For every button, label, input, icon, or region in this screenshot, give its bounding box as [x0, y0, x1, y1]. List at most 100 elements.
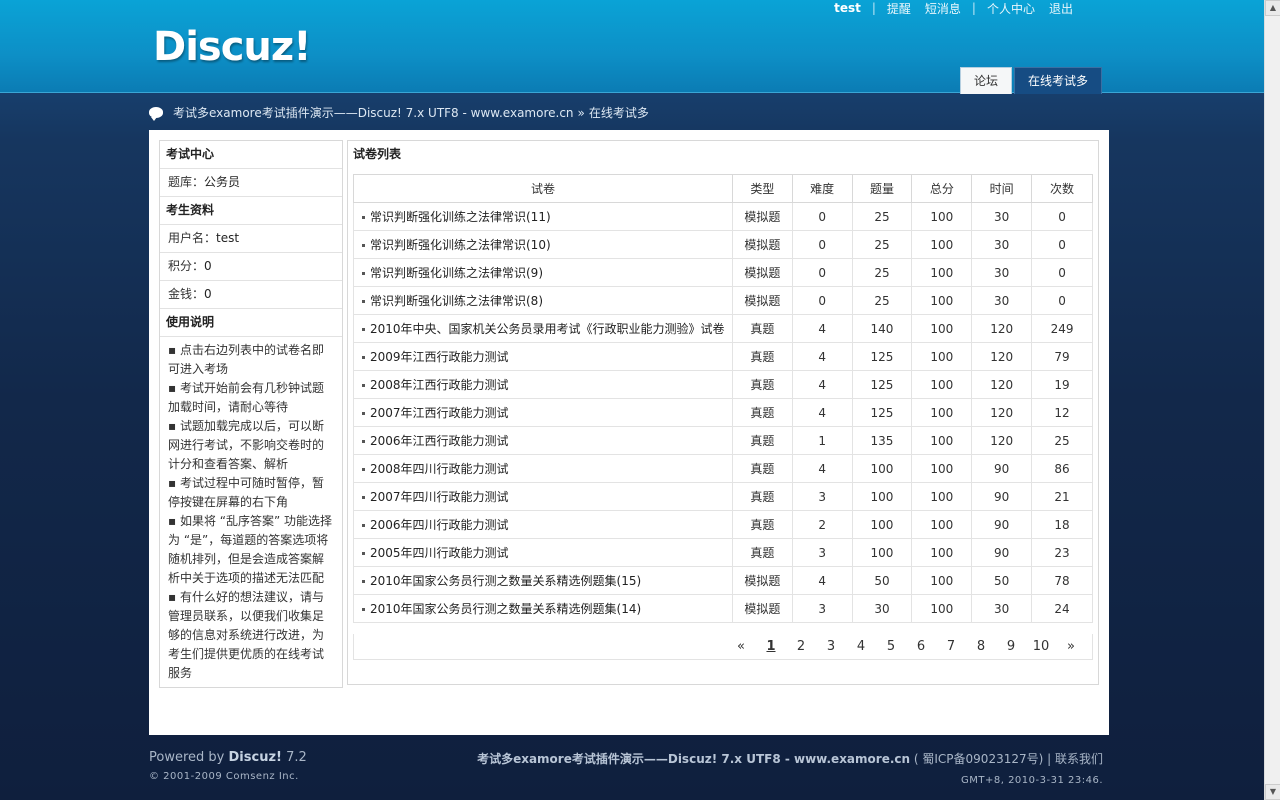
paper-name-text[interactable]: 2010年国家公务员行测之数量关系精选例题集(14)	[370, 602, 641, 616]
paper-total-score: 100	[911, 398, 973, 427]
paper-name-link[interactable]: 常识判断强化训练之法律常识(10)	[353, 230, 733, 259]
paper-total-score: 100	[911, 342, 973, 371]
paper-attempts: 79	[1031, 342, 1093, 371]
bullet-icon	[362, 524, 365, 527]
powered-product-link[interactable]: Discuz!	[229, 750, 282, 765]
paper-name-text[interactable]: 常识判断强化训练之法律常识(10)	[370, 238, 551, 252]
paper-type: 真题	[731, 370, 793, 399]
paper-name-link[interactable]: 2005年四川行政能力测试	[353, 538, 733, 567]
table-row: 2005年四川行政能力测试 真题 3 100 100 90 23	[353, 538, 1093, 567]
paper-name-text[interactable]: 常识判断强化训练之法律常识(8)	[370, 294, 543, 308]
username-value: test	[216, 231, 240, 245]
paper-name-text[interactable]: 2008年四川行政能力测试	[370, 462, 509, 476]
paper-name-link[interactable]: 2009年江西行政能力测试	[353, 342, 733, 371]
paper-name-text[interactable]: 2010年中央、国家机关公务员录用考试《行政职业能力测验》试卷	[370, 322, 725, 336]
paper-name-text[interactable]: 2008年江西行政能力测试	[370, 378, 509, 392]
paper-name-link[interactable]: 2006年江西行政能力测试	[353, 426, 733, 455]
help-item: ▪ 点击右边列表中的试卷名即可进入考场	[168, 343, 324, 376]
paper-name-link[interactable]: 2008年江西行政能力测试	[353, 370, 733, 399]
bullet-icon	[362, 216, 365, 219]
page-link[interactable]: 4	[846, 639, 876, 654]
paper-name-text[interactable]: 常识判断强化训练之法律常识(11)	[370, 210, 551, 224]
paper-total-score: 100	[911, 286, 973, 315]
money-row: 金钱：0	[160, 281, 342, 309]
paper-attempts: 249	[1031, 314, 1093, 343]
paper-name-text[interactable]: 2007年四川行政能力测试	[370, 490, 509, 504]
footer-site-link[interactable]: 考试多examore考试插件演示——Discuz! 7.x UTF8 - www…	[477, 752, 910, 766]
paper-name-text[interactable]: 2007年江西行政能力测试	[370, 406, 509, 420]
paper-type: 真题	[731, 342, 793, 371]
tab-online-exam[interactable]: 在线考试多	[1014, 67, 1103, 94]
paper-name-link[interactable]: 2007年四川行政能力测试	[353, 482, 733, 511]
scroll-up-icon[interactable]: ▲	[1265, 0, 1280, 16]
paper-name-link[interactable]: 2010年国家公务员行测之数量关系精选例题集(14)	[353, 594, 733, 623]
tab-forum[interactable]: 论坛	[960, 67, 1013, 94]
page-link[interactable]: 1	[756, 639, 786, 654]
paper-difficulty: 4	[791, 566, 853, 595]
paper-name-link[interactable]: 2006年四川行政能力测试	[353, 510, 733, 539]
contact-link[interactable]: | 联系我们	[1047, 752, 1103, 766]
paper-name-link[interactable]: 2010年中央、国家机关公务员录用考试《行政职业能力测验》试卷	[353, 314, 733, 343]
paper-type: 模拟题	[731, 594, 793, 623]
paper-name-text[interactable]: 2009年江西行政能力测试	[370, 350, 509, 364]
paper-name-link[interactable]: 常识判断强化训练之法律常识(8)	[353, 286, 733, 315]
paper-name-link[interactable]: 2010年国家公务员行测之数量关系精选例题集(15)	[353, 566, 733, 595]
paper-name-text[interactable]: 2005年四川行政能力测试	[370, 546, 509, 560]
copyright: © 2001-2009 Comsenz Inc.	[149, 771, 299, 782]
server-time: GMT+8, 2010-3-31 23:46.	[960, 775, 1103, 786]
table-row: 2010年国家公务员行测之数量关系精选例题集(15) 模拟题 4 50 100 50 78	[353, 566, 1093, 595]
page-link[interactable]: 10	[1026, 639, 1056, 654]
paper-difficulty: 4	[791, 342, 853, 371]
username-link[interactable]: test	[834, 1, 861, 15]
remind-link[interactable]: 提醒	[887, 0, 911, 17]
points-label: 积分：	[168, 259, 205, 273]
bank-label: 题库：	[168, 175, 205, 189]
paper-attempts: 0	[1031, 286, 1093, 315]
breadcrumb-current[interactable]: 在线考试多	[589, 104, 649, 121]
bank-value[interactable]: 公务员	[204, 175, 240, 189]
paper-name-text[interactable]: 2006年四川行政能力测试	[370, 518, 509, 532]
paper-name-text[interactable]: 常识判断强化训练之法律常识(9)	[370, 266, 543, 280]
main-panel: 考试中心 题库：公务员 考生资料 用户名：test 积分：0 金钱：0 使用说明…	[149, 130, 1109, 735]
paper-question-count: 125	[851, 398, 913, 427]
logout-link[interactable]: 退出	[1049, 0, 1073, 17]
paper-total-score: 100	[911, 538, 973, 567]
page-link[interactable]: 9	[996, 639, 1026, 654]
prev-page-link[interactable]: «	[726, 639, 756, 654]
page-link[interactable]: 7	[936, 639, 966, 654]
paper-name-link[interactable]: 常识判断强化训练之法律常识(9)	[353, 258, 733, 287]
paper-name-link[interactable]: 2008年四川行政能力测试	[353, 454, 733, 483]
paper-difficulty: 3	[791, 538, 853, 567]
page-link[interactable]: 8	[966, 639, 996, 654]
page-link[interactable]: 3	[816, 639, 846, 654]
page-link[interactable]: 2	[786, 639, 816, 654]
paper-total-score: 100	[911, 202, 973, 231]
page-link[interactable]: 5	[876, 639, 906, 654]
paper-name-link[interactable]: 2007年江西行政能力测试	[353, 398, 733, 427]
table-row: 2006年江西行政能力测试 真题 1 135 100 120 25	[353, 426, 1093, 455]
table-row: 2007年江西行政能力测试 真题 4 125 100 120 12	[353, 398, 1093, 427]
table-row: 2010年国家公务员行测之数量关系精选例题集(14) 模拟题 3 30 100 30 24	[353, 594, 1093, 623]
paper-name-text[interactable]: 2006年江西行政能力测试	[370, 434, 509, 448]
breadcrumb-site-link[interactable]: 考试多examore考试插件演示——Discuz! 7.x UTF8 - www…	[173, 104, 574, 121]
messages-link[interactable]: 短消息	[925, 0, 961, 17]
paper-question-count: 100	[851, 482, 913, 511]
next-page-link[interactable]: »	[1056, 639, 1086, 654]
paper-name-text[interactable]: 2010年国家公务员行测之数量关系精选例题集(15)	[370, 574, 641, 588]
money-value: 0	[204, 287, 212, 301]
paper-difficulty: 0	[791, 202, 853, 231]
paper-name-link[interactable]: 常识判断强化训练之法律常识(11)	[353, 202, 733, 231]
vertical-scrollbar[interactable]: ▲ ▼	[1264, 0, 1280, 800]
exam-center-title: 考试中心	[160, 141, 342, 169]
page-link[interactable]: 6	[906, 639, 936, 654]
icp-link[interactable]: ( 蜀ICP备09023127号)	[914, 752, 1043, 766]
paper-table: 试卷 类型 难度 题量 总分 时间 次数 常识判断强化训练之法律常识(11) 模拟…	[353, 174, 1093, 623]
breadcrumb: 考试多examore考试插件演示——Discuz! 7.x UTF8 - www…	[149, 104, 649, 121]
scroll-down-icon[interactable]: ▼	[1265, 784, 1280, 800]
bullet-icon	[362, 272, 365, 275]
bullet-icon	[362, 328, 365, 331]
discuz-logo[interactable]: Discuz!	[153, 24, 311, 70]
col-header-questions: 题量	[851, 174, 913, 203]
paper-time: 120	[971, 398, 1033, 427]
profile-link[interactable]: 个人中心	[987, 0, 1035, 17]
